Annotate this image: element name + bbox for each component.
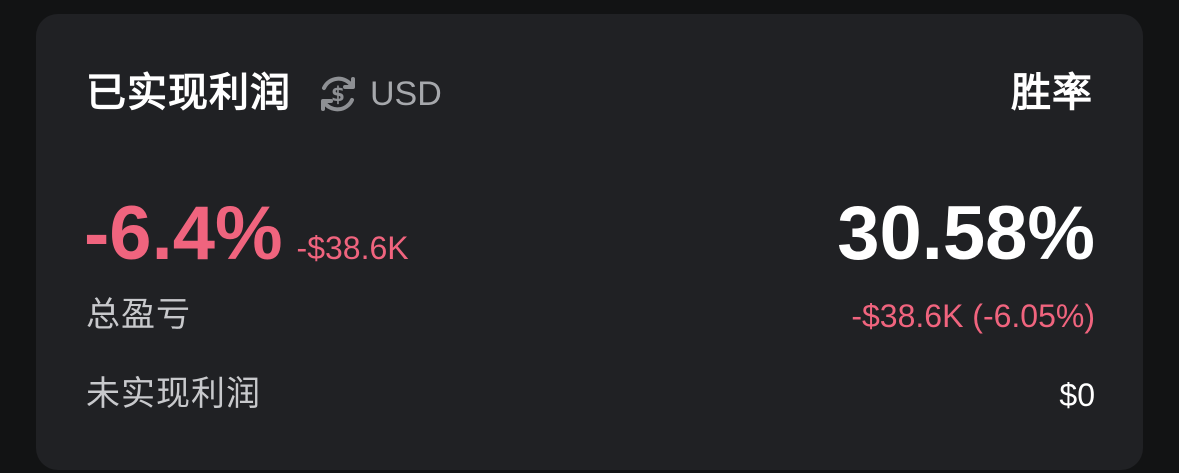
unrealized-pnl-value: $0 <box>1059 377 1095 413</box>
total-pnl-value: -$38.6K (-6.05%) <box>851 298 1095 334</box>
unrealized-pnl-label: 未实现利润 <box>86 375 261 413</box>
winrate-label: 胜率 <box>1011 71 1093 115</box>
svg-text:$: $ <box>331 82 345 106</box>
realized-pnl-amount: -$38.6K <box>296 230 409 266</box>
currency-label: USD <box>370 75 442 113</box>
realized-profit-card: 已实现利润 $ USD 胜率 -6.4% -$38.6K 30.58% 总盈亏 … <box>36 14 1143 470</box>
dollar-refresh-icon: $ <box>316 72 360 116</box>
realized-pnl-percent: -6.4% <box>84 191 283 276</box>
winrate-value: 30.58% <box>837 191 1095 276</box>
card-title: 已实现利润 <box>86 71 291 115</box>
realized-pnl: -6.4% -$38.6K <box>84 186 409 282</box>
currency-toggle[interactable]: $ USD <box>316 72 442 116</box>
total-pnl-label: 总盈亏 <box>86 296 191 334</box>
